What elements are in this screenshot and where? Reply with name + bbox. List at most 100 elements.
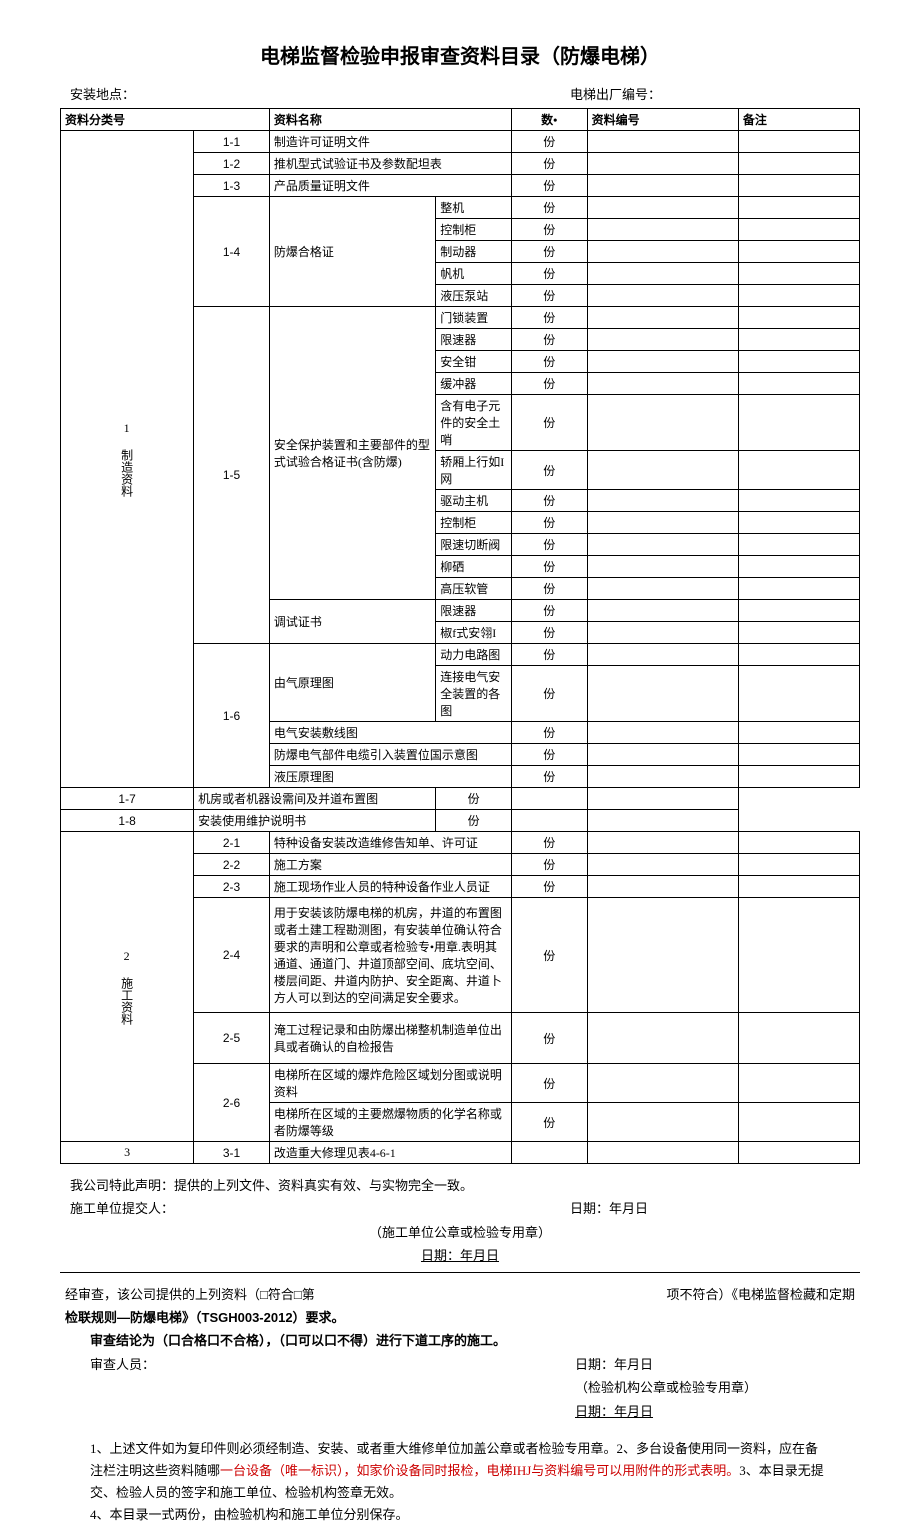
row-name: 制造许可证明文件 xyxy=(269,131,511,153)
row-unit: 份 xyxy=(511,263,587,285)
section-3-num: 3 xyxy=(61,1142,194,1164)
row-name: 用于安装该防爆电梯的机房，井道的布置图或者土建工程勘测图，有安装单位确认符合要求… xyxy=(269,898,511,1013)
main-table: 资料分类号 资料名称 数• 资料编号 备注 1 制造资料 1-1 制造许可证明文… xyxy=(60,108,860,1164)
row-name: 门锁装置 xyxy=(436,307,512,329)
row-unit: 份 xyxy=(511,351,587,373)
th-category: 资料分类号 xyxy=(61,109,270,131)
row-name: 安全钳 xyxy=(436,351,512,373)
note-1b-red: 一台设备（唯一标识），如家价设备同时报检，电梯IHJ与资料编号可以用附件的形式表… xyxy=(220,1463,739,1478)
row-unit: 份 xyxy=(511,512,587,534)
th-name: 资料名称 xyxy=(269,109,511,131)
submitter-label: 施工单位提交人： xyxy=(70,1197,570,1220)
row-unit: 份 xyxy=(511,395,587,451)
row-unit: 份 xyxy=(511,832,587,854)
statement-block: 我公司特此声明：提供的上列文件、资料真实有效、与实物完全一致。 施工单位提交人：… xyxy=(60,1174,860,1268)
row-name: 淹工过程记录和由防爆出梯整机制造单位出具或者确认的自检报告 xyxy=(269,1013,511,1064)
row-name: 电梯所在区域的爆炸危险区域划分图或说明资料 xyxy=(269,1064,511,1103)
row-name: 安装使用维护说明书 xyxy=(194,810,436,832)
row-num: 1-5 xyxy=(194,307,270,644)
row-name: 控制柜 xyxy=(436,512,512,534)
row-name: 液压原理图 xyxy=(269,766,511,788)
row-name: 柳硒 xyxy=(436,556,512,578)
row-num: 2-1 xyxy=(194,832,270,854)
row-num: 1-1 xyxy=(194,131,270,153)
row-unit: 份 xyxy=(511,578,587,600)
header: 安装地点： 电梯出厂编号： xyxy=(60,84,860,103)
review-text-1b: 项不符合）《电梯监督检藏和定期 xyxy=(666,1283,855,1306)
row-name: 防爆电气部件电缆引入装置位国示意图 xyxy=(269,744,511,766)
row-num: 1-6 xyxy=(194,644,270,788)
row-unit: 份 xyxy=(511,744,587,766)
row-unit: 份 xyxy=(511,1064,587,1103)
row-name: 椒f式安翎I xyxy=(436,622,512,644)
row-name: 驱动主机 xyxy=(436,490,512,512)
row-name: 限速器 xyxy=(436,329,512,351)
group-label: 防爆合格证 xyxy=(269,197,435,307)
row-unit: 份 xyxy=(511,666,587,722)
row-unit: 份 xyxy=(436,788,512,810)
row-unit: 份 xyxy=(511,219,587,241)
row-unit: 份 xyxy=(511,307,587,329)
row-unit: 份 xyxy=(511,285,587,307)
date-label: 日期：年月日 xyxy=(570,1197,850,1220)
row-unit: 份 xyxy=(511,898,587,1013)
row-num: 1-3 xyxy=(194,175,270,197)
row-unit: 份 xyxy=(511,241,587,263)
row-unit: 份 xyxy=(511,451,587,490)
row-name: 限速器 xyxy=(436,600,512,622)
row-unit: 份 xyxy=(511,854,587,876)
row-unit: 份 xyxy=(511,153,587,175)
separator xyxy=(60,1272,860,1273)
row-name: 产品质量证明文件 xyxy=(269,175,511,197)
row-unit: 份 xyxy=(511,766,587,788)
row-name: 连接电气安全装置的各图 xyxy=(436,666,512,722)
row-unit: 份 xyxy=(511,644,587,666)
review-text-2: 检联规则—防爆电梯》（TSGH003-2012）要求。 xyxy=(65,1306,855,1329)
row-num: 1-4 xyxy=(194,197,270,307)
row-name: 动力电路图 xyxy=(436,644,512,666)
row-unit: 份 xyxy=(511,490,587,512)
review-text-1a: 经审查，该公司提供的上列资料（□符合□第 xyxy=(65,1283,315,1306)
row-name: 轿厢上行如I网 xyxy=(436,451,512,490)
row-unit: 份 xyxy=(511,534,587,556)
reviewer-label: 审查人员： xyxy=(90,1353,575,1376)
th-qty: 数• xyxy=(511,109,587,131)
row-unit: 份 xyxy=(511,131,587,153)
row-num: 2-6 xyxy=(194,1064,270,1142)
row-name: 整机 xyxy=(436,197,512,219)
row-name: 电气安装敷线图 xyxy=(269,722,511,744)
row-name: 含有电子元件的安全土哨 xyxy=(436,395,512,451)
row-num: 1-2 xyxy=(194,153,270,175)
row-unit: 份 xyxy=(511,722,587,744)
row-name: 帆机 xyxy=(436,263,512,285)
row-num: 2-3 xyxy=(194,876,270,898)
notes-block: 1、上述文件如为复印件则必须经制造、安装、或者重大维修单位加盖公章或者检验专用章… xyxy=(60,1438,860,1526)
row-unit: 份 xyxy=(511,373,587,395)
row-unit: 份 xyxy=(511,556,587,578)
row-name: 施工现场作业人员的特种设备作业人员证 xyxy=(269,876,511,898)
row-unit: 份 xyxy=(511,175,587,197)
stamp-label-2: （检验机构公章或检验专用章） xyxy=(575,1376,855,1399)
row-name: 液压泵站 xyxy=(436,285,512,307)
row-name: 机房或者机器设需间及并道布置图 xyxy=(194,788,436,810)
row-name: 控制柜 xyxy=(436,219,512,241)
review-date-2: 日期：年月日 xyxy=(575,1400,855,1423)
row-name: 特种设备安装改造维修告知单、许可证 xyxy=(269,832,511,854)
row-name: 改造重大修理见表4-6-1 xyxy=(269,1142,511,1164)
statement-line1: 我公司特此声明：提供的上列文件、资料真实有效、与实物完全一致。 xyxy=(70,1174,850,1197)
row-name: 电梯所在区域的主要燃爆物质的化学名称或者防爆等级 xyxy=(269,1103,511,1142)
row-unit: 份 xyxy=(511,622,587,644)
review-text-3: 审查结论为（口合格口不合格），（口可以口不得）进行下道工序的施工。 xyxy=(90,1333,506,1348)
row-unit: 份 xyxy=(511,197,587,219)
install-location-label: 安装地点： xyxy=(70,84,570,103)
row-name: 推机型式试验证书及参数配坦表 xyxy=(269,153,511,175)
date-label-2: 日期：年月日 xyxy=(70,1244,850,1267)
row-unit: 份 xyxy=(511,600,587,622)
row-unit: 份 xyxy=(511,1103,587,1142)
row-unit: 份 xyxy=(511,876,587,898)
page-title: 电梯监督检验申报审查资料目录（防爆电梯） xyxy=(60,40,860,69)
row-num: 1-7 xyxy=(61,788,194,810)
group-label: 安全保护装置和主要部件的型式试验合格证书(含防爆) xyxy=(269,307,435,600)
row-num: 2-2 xyxy=(194,854,270,876)
note-2: 4、本目录一式两份，由检验机构和施工单位分别保存。 xyxy=(90,1504,830,1526)
